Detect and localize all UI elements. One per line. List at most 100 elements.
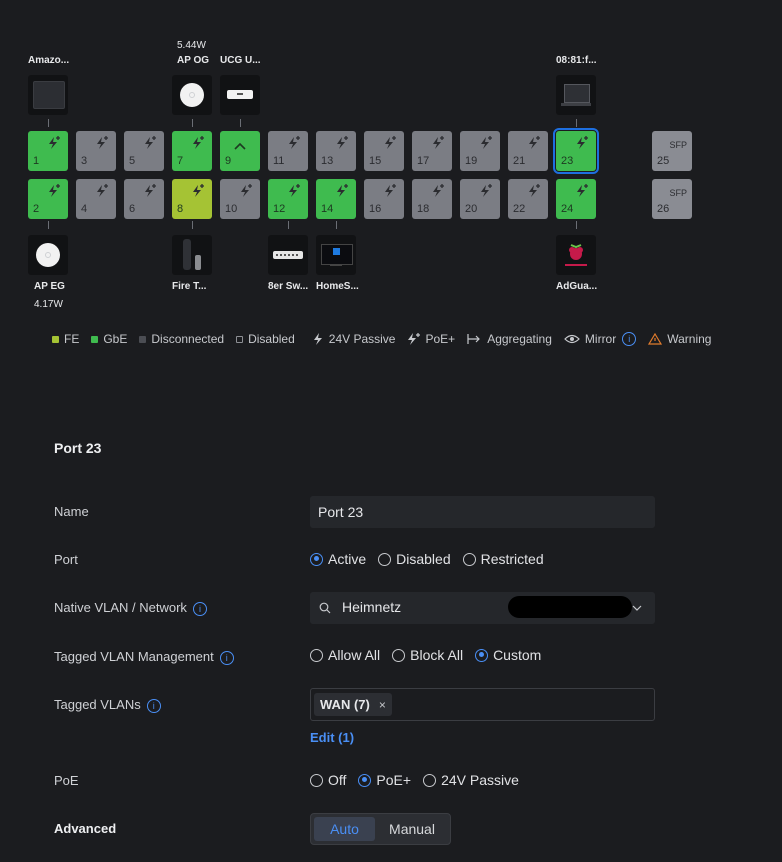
port-15[interactable]: 15 xyxy=(364,131,404,171)
port-14[interactable]: 14 xyxy=(316,179,356,219)
bolt-plus-icon xyxy=(385,136,396,149)
port-11[interactable]: 11 xyxy=(268,131,308,171)
device-label-fire-tv: Fire T... xyxy=(172,281,207,292)
name-label: Name xyxy=(54,504,89,519)
sfp-tag: SFP xyxy=(669,188,687,198)
native-vlan-label: Native VLAN / Network i xyxy=(54,600,207,616)
sfp-tag: SFP xyxy=(669,140,687,150)
port-18[interactable]: 18 xyxy=(412,179,452,219)
close-icon[interactable]: × xyxy=(379,698,386,712)
bolt-plus-icon xyxy=(49,136,60,149)
port-2[interactable]: 2 xyxy=(28,179,68,219)
port-number: 11 xyxy=(273,155,285,167)
legend-poe-plus: PoE+ xyxy=(425,332,456,346)
port-24[interactable]: 24 xyxy=(556,179,596,219)
legend-24v-passive: 24V Passive xyxy=(328,332,396,346)
port-9[interactable]: 9 xyxy=(220,131,260,171)
poe-24v-passive-radio[interactable]: 24V Passive xyxy=(423,772,519,788)
port-13[interactable]: 13 xyxy=(316,131,356,171)
port-20[interactable]: 20 xyxy=(460,179,500,219)
port-number: 23 xyxy=(561,155,574,167)
port-12[interactable]: 12 xyxy=(268,179,308,219)
port-number: 12 xyxy=(273,203,286,215)
port-3[interactable]: 3 xyxy=(76,131,116,171)
port-16[interactable]: 16 xyxy=(364,179,404,219)
fire-tv-icon[interactable] xyxy=(172,235,212,275)
device-label-8er-switch: 8er Sw... xyxy=(268,281,309,292)
monitor-icon[interactable] xyxy=(556,75,596,115)
tagged-vlans-label: Tagged VLANs i xyxy=(54,697,161,713)
switch-icon[interactable] xyxy=(268,235,308,275)
bolt-plus-icon xyxy=(481,184,492,197)
info-icon[interactable]: i xyxy=(146,698,161,713)
port-17[interactable]: 17 xyxy=(412,131,452,171)
amazon-device-icon[interactable] xyxy=(28,75,68,115)
port-active-radio[interactable]: Active xyxy=(310,551,366,567)
tagged-vlan-mgmt-label: Tagged VLAN Management i xyxy=(54,649,234,665)
bolt-plus-icon xyxy=(145,184,156,197)
port-number: 1 xyxy=(33,155,40,167)
poe-plus-radio[interactable]: PoE+ xyxy=(358,772,411,788)
redaction-bar xyxy=(508,596,632,618)
port-22[interactable]: 22 xyxy=(508,179,548,219)
port-number: 19 xyxy=(465,155,478,167)
advanced-manual-button[interactable]: Manual xyxy=(377,817,447,841)
port-8[interactable]: 8 xyxy=(172,179,212,219)
raspberry-pi-icon[interactable] xyxy=(556,235,596,275)
legend-aggregating: Aggregating xyxy=(487,332,552,346)
bolt-plus-icon xyxy=(97,184,108,197)
bolt-plus-icon xyxy=(408,333,421,345)
port-7[interactable]: 7 xyxy=(172,131,212,171)
bolt-plus-icon xyxy=(385,184,396,197)
info-icon[interactable]: i xyxy=(192,601,207,616)
port-23[interactable]: 23 xyxy=(553,128,599,174)
port-5[interactable]: 5 xyxy=(124,131,164,171)
name-field[interactable]: Port 23 xyxy=(310,496,655,528)
info-icon[interactable]: i xyxy=(622,332,637,346)
port-25[interactable]: SFP 25 xyxy=(652,131,692,171)
port-restricted-radio[interactable]: Restricted xyxy=(462,551,544,567)
allow-all-radio[interactable]: Allow All xyxy=(310,647,380,663)
port-number: 20 xyxy=(465,203,478,215)
port-number: 25 xyxy=(657,155,670,167)
access-point-icon[interactable] xyxy=(172,75,212,115)
port-21[interactable]: 21 xyxy=(508,131,548,171)
legend-warning: Warning xyxy=(667,332,712,346)
port-26[interactable]: SFP 26 xyxy=(652,179,692,219)
device-label-ap-og: AP OG xyxy=(177,55,210,66)
windows-server-icon[interactable] xyxy=(316,235,356,275)
legend-disabled: Disabled xyxy=(248,332,295,346)
gateway-icon[interactable] xyxy=(220,75,260,115)
tagged-vlans-field[interactable]: WAN (7) × xyxy=(310,688,655,721)
poe-off-radio[interactable]: Off xyxy=(310,772,346,788)
aggregating-icon xyxy=(467,334,481,344)
port-10[interactable]: 10 xyxy=(220,179,260,219)
block-all-radio[interactable]: Block All xyxy=(392,647,463,663)
info-icon[interactable]: i xyxy=(219,650,234,665)
bolt-plus-icon xyxy=(193,136,204,149)
port-number: 16 xyxy=(369,203,382,215)
port-19[interactable]: 19 xyxy=(460,131,500,171)
port-number: 7 xyxy=(177,155,184,167)
port-number: 14 xyxy=(321,203,334,215)
warning-icon xyxy=(648,333,663,345)
port-number: 24 xyxy=(561,203,574,215)
port-6[interactable]: 6 xyxy=(124,179,164,219)
legend-mirror: Mirror xyxy=(584,332,617,346)
port-1[interactable]: 1 xyxy=(28,131,68,171)
port-disabled-radio[interactable]: Disabled xyxy=(378,551,451,567)
native-vlan-select[interactable]: Heimnetz xyxy=(310,592,655,624)
bolt-plus-icon xyxy=(49,184,60,197)
access-point-icon[interactable] xyxy=(28,235,68,275)
edit-vlans-link[interactable]: Edit (1) xyxy=(310,730,354,745)
bolt-plus-icon xyxy=(289,184,300,197)
port-number: 26 xyxy=(657,203,670,215)
uplink-icon xyxy=(234,142,246,150)
name-field-value: Port 23 xyxy=(318,504,364,520)
custom-radio[interactable]: Custom xyxy=(475,647,541,663)
native-vlan-value: Heimnetz xyxy=(342,599,402,615)
device-label-adguard: AdGua... xyxy=(556,281,598,292)
advanced-auto-button[interactable]: Auto xyxy=(314,817,375,841)
port-4[interactable]: 4 xyxy=(76,179,116,219)
port-number: 18 xyxy=(417,203,430,215)
